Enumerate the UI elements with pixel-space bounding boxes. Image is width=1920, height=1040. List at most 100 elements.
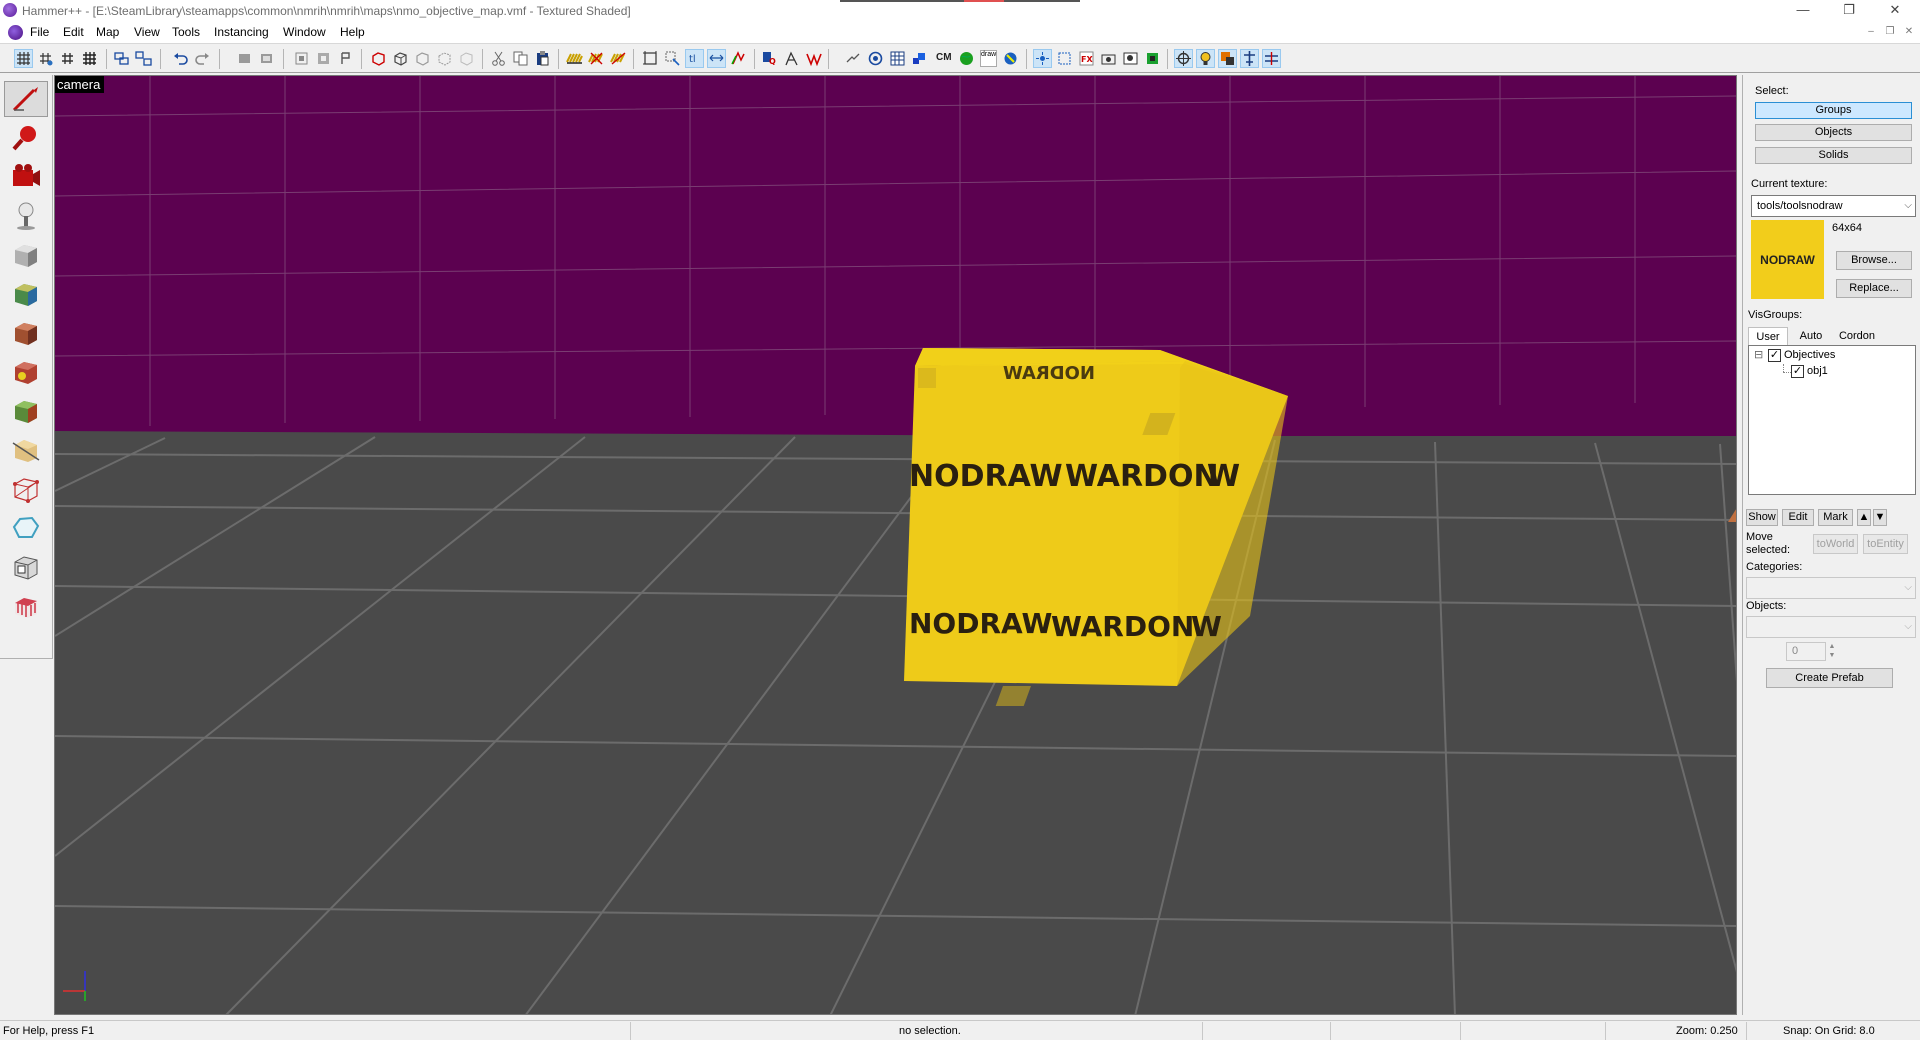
to-entity-button[interactable]: toEntity xyxy=(1863,534,1908,554)
create-prefab-button[interactable]: Create Prefab xyxy=(1766,668,1893,688)
camera-view-icon[interactable] xyxy=(1100,50,1117,67)
tab-cordon[interactable]: Cordon xyxy=(1833,327,1881,345)
move-up-icon[interactable]: ▲ xyxy=(1857,509,1871,526)
viewport-label[interactable]: camera xyxy=(55,76,105,93)
paste-icon[interactable] xyxy=(534,50,551,67)
tree-expander-icon[interactable]: ⊟ xyxy=(1754,348,1763,361)
tab-user[interactable]: User xyxy=(1748,327,1788,345)
mdi-minimize-button[interactable]: – xyxy=(1863,25,1879,39)
current-texture-select[interactable]: tools/toolsnodraw ⌵ xyxy=(1751,195,1916,217)
minimize-button[interactable]: — xyxy=(1780,0,1826,22)
browse-button[interactable]: Browse... xyxy=(1836,251,1912,270)
cube-faded-icon[interactable] xyxy=(458,50,475,67)
menu-tools[interactable]: Tools xyxy=(172,25,200,39)
overlay-tool-button[interactable] xyxy=(4,393,48,429)
draw-button[interactable]: draw xyxy=(980,50,997,67)
close-button[interactable]: ✕ xyxy=(1872,0,1918,22)
maximize-button[interactable]: ❐ xyxy=(1826,0,1872,22)
redo-icon[interactable] xyxy=(194,50,211,67)
select-face-icon[interactable] xyxy=(1056,50,1073,67)
orange-block-icon[interactable] xyxy=(1218,49,1237,68)
to-world-button[interactable]: toWorld xyxy=(1813,534,1858,554)
objects-select[interactable]: ⌵ xyxy=(1746,616,1916,638)
vertex-tool-button[interactable] xyxy=(4,471,48,507)
select-groups-button[interactable]: Groups xyxy=(1755,102,1912,119)
menu-map[interactable]: Map xyxy=(96,25,119,39)
cut-icon[interactable] xyxy=(490,50,507,67)
toggle-helpers-icon[interactable] xyxy=(566,50,583,67)
select-solids-button[interactable]: Solids xyxy=(1755,147,1912,164)
cube-outline-icon[interactable] xyxy=(392,50,409,67)
crosshair-icon[interactable] xyxy=(867,50,884,67)
path-tool-button[interactable] xyxy=(4,510,48,546)
camera-tool-button[interactable] xyxy=(4,159,48,195)
show-button[interactable]: Show xyxy=(1746,509,1778,526)
magnify-tool-button[interactable] xyxy=(4,120,48,156)
block-tool-button[interactable] xyxy=(4,237,48,273)
ignore-groups-icon[interactable] xyxy=(730,50,747,67)
check-problems-icon[interactable] xyxy=(783,50,800,67)
cubemap-label[interactable]: CM xyxy=(936,52,952,63)
show-all-icon[interactable] xyxy=(337,50,354,67)
selection-mode-icon[interactable] xyxy=(1174,49,1193,68)
document-icon[interactable] xyxy=(8,25,23,40)
mark-button[interactable]: Mark xyxy=(1818,509,1853,526)
align-icon[interactable] xyxy=(1240,49,1259,68)
visgroup-objectives[interactable]: Objectives xyxy=(1784,349,1835,361)
tab-auto[interactable]: Auto xyxy=(1791,327,1831,345)
camera-viewport[interactable]: NODRAW WARDON NODRAW WARDON NODRAW W W c… xyxy=(54,75,1737,1015)
clipping-tool-button[interactable] xyxy=(4,432,48,468)
toggle-3d-grid-icon[interactable] xyxy=(37,50,54,67)
selection-bounds-icon[interactable] xyxy=(642,50,659,67)
carve-icon[interactable] xyxy=(236,50,253,67)
larger-grid-icon[interactable] xyxy=(81,50,98,67)
material-browser-icon[interactable] xyxy=(1144,50,1161,67)
apply-texture-tool-button[interactable] xyxy=(4,315,48,351)
cordon-tool-button[interactable] xyxy=(4,549,48,585)
mdi-restore-button[interactable]: ❐ xyxy=(1882,25,1898,39)
edit-button[interactable]: Edit xyxy=(1782,509,1814,526)
toggle-autovis-icon[interactable] xyxy=(610,50,627,67)
cube-dotted-icon[interactable] xyxy=(436,50,453,67)
model-browser-icon[interactable] xyxy=(1122,50,1139,67)
move-down-icon[interactable]: ▼ xyxy=(1873,509,1887,526)
entity-tool-button[interactable] xyxy=(4,198,48,234)
select-by-box-icon[interactable] xyxy=(664,50,681,67)
undo-icon[interactable] xyxy=(172,50,189,67)
entity-report-icon[interactable]: Q xyxy=(761,50,778,67)
light-preview-icon[interactable] xyxy=(1196,49,1215,68)
cube-red-icon[interactable] xyxy=(370,50,387,67)
replace-button[interactable]: Replace... xyxy=(1836,279,1912,298)
selection-tool-button[interactable] xyxy=(4,81,48,117)
map-properties-icon[interactable] xyxy=(805,50,822,67)
visgroup-obj1[interactable]: obj1 xyxy=(1807,365,1828,377)
texture-application-tool-button[interactable] xyxy=(4,276,48,312)
categories-select[interactable]: ⌵ xyxy=(1746,577,1916,599)
leak-globe-icon[interactable] xyxy=(958,50,975,67)
menu-file[interactable]: File xyxy=(30,25,49,39)
toggle-models-icon[interactable] xyxy=(588,50,605,67)
texture-scale-lock-icon[interactable] xyxy=(707,49,726,68)
copy-icon[interactable] xyxy=(512,50,529,67)
menu-edit[interactable]: Edit xyxy=(63,25,84,39)
sprinkle-tool-button[interactable] xyxy=(4,588,48,624)
menu-instancing[interactable]: Instancing xyxy=(214,25,269,39)
smaller-grid-icon[interactable] xyxy=(59,50,76,67)
grid-properties-icon[interactable] xyxy=(889,50,906,67)
objectives-checkbox[interactable]: ✓ xyxy=(1768,349,1781,362)
blocks-blue-icon[interactable] xyxy=(911,50,928,67)
flip-icon[interactable] xyxy=(1262,49,1281,68)
menu-help[interactable]: Help xyxy=(340,25,365,39)
menu-window[interactable]: Window xyxy=(283,25,326,39)
hollow-icon[interactable] xyxy=(258,50,275,67)
hide-unselected-icon[interactable] xyxy=(315,50,332,67)
select-vertex-icon[interactable] xyxy=(1033,49,1052,68)
cube-grey-icon[interactable] xyxy=(414,50,431,67)
ruler-icon[interactable] xyxy=(845,50,862,67)
radar-icon[interactable] xyxy=(1002,50,1019,67)
select-objects-button[interactable]: Objects xyxy=(1755,124,1912,141)
toggle-grid-icon[interactable] xyxy=(14,49,33,68)
mdi-close-button[interactable]: ✕ xyxy=(1901,25,1917,39)
ungroup-icon[interactable] xyxy=(135,50,152,67)
fx-icon[interactable]: FX xyxy=(1078,50,1095,67)
